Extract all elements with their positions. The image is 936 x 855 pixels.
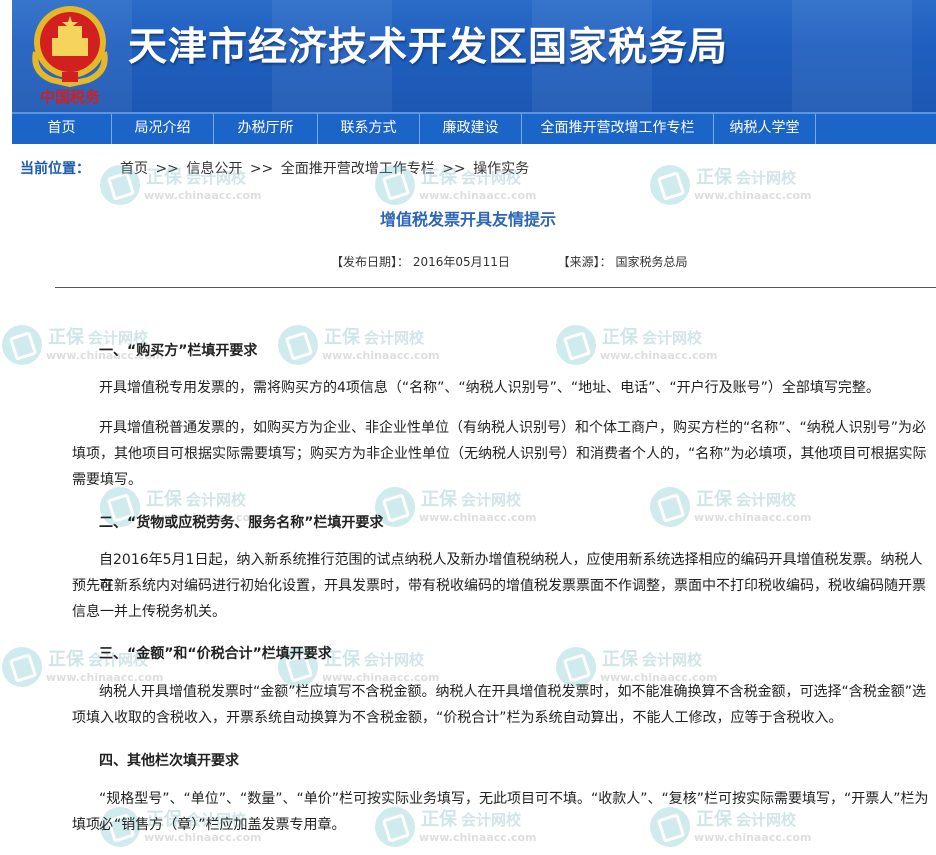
- paragraph-1: 开具增值税专用发票的，需将购买方的4项信息（“名称”、“纳税人识别号”、“地址、…: [99, 380, 880, 396]
- nav-item-integrity[interactable]: 廉政建设: [420, 114, 522, 144]
- article-source: 国家税务总局: [615, 255, 688, 269]
- watermark: 正保 会计网校 www.chinaacc.com: [556, 323, 726, 373]
- breadcrumb-home[interactable]: 首页: [120, 161, 148, 177]
- publish-date: 2016年05月11日: [412, 255, 510, 269]
- source-label: 【来源】：: [557, 255, 612, 269]
- section-heading-4: 四、其他栏次填开要求: [99, 753, 239, 769]
- article-title: 增值税发票开具友情提示: [379, 210, 556, 229]
- breadcrumb-separator: >>: [155, 161, 179, 177]
- breadcrumb: 首页 >> 信息公开 >> 全面推开营改增工作专栏 >> 操作实务: [120, 158, 529, 178]
- section-heading-3: 三、“金额”和“价税合计”栏填开要求: [99, 646, 332, 662]
- main-nav: 首页 局况介绍 办税厅所 联系方式 廉政建设 全面推开营改增工作专栏 纳税人学堂: [12, 112, 936, 144]
- date-label: 【发布日期】：: [331, 255, 410, 269]
- paragraph-4-line-1: 纳税人开具增值税发票时“金额”栏应填写不含税金额。纳税人在开具增值税发票时，如不…: [99, 684, 927, 700]
- watermark: 正保 会计网校 www.chinaacc.com: [278, 323, 448, 373]
- nav-item-contact[interactable]: 联系方式: [318, 114, 420, 144]
- paragraph-5-line-2: 填项，“销售方（章）”栏应加盖发票专用章。: [72, 817, 346, 833]
- nav-item-tax-offices[interactable]: 办税厅所: [214, 114, 318, 144]
- paragraph-3-line-2: 预先在新系统内对编码进行初始化设置，开具发票时，带有税收编码的增值税发票票面不作…: [72, 578, 926, 594]
- breadcrumb-practice[interactable]: 操作实务: [473, 161, 529, 177]
- breadcrumb-label: 当前位置：: [20, 161, 90, 177]
- nav-item-taxpayer-school[interactable]: 纳税人学堂: [714, 114, 816, 144]
- paragraph-2-line-1: 开具增值税普通发票的，如购买方为企业、非企业性单位（有纳税人识别号）和个体工商户…: [99, 420, 927, 436]
- paragraph-2-line-3: 需要填写。: [72, 472, 142, 488]
- section-heading-1: 一、“购买方”栏填开要求: [99, 343, 258, 359]
- breadcrumb-info-public[interactable]: 信息公开: [186, 161, 242, 177]
- emblem-text: 中国税务: [40, 88, 101, 106]
- section-heading-2: 二、“货物或应税劳务、服务名称”栏填开要求: [99, 515, 384, 531]
- nav-item-bureau-intro[interactable]: 局况介绍: [112, 114, 214, 144]
- nav-item-vat-reform[interactable]: 全面推开营改增工作专栏: [522, 114, 714, 144]
- divider: [55, 287, 936, 288]
- breadcrumb-vat-reform[interactable]: 全面推开营改增工作专栏: [281, 161, 435, 177]
- site-title: 天津市经济技术开发区国家税务局: [128, 25, 729, 70]
- paragraph-4-line-2: 项填入收取的含税收入，开票系统自动换算为不含税金额，“价税合计”栏为系统自动算出…: [72, 710, 843, 726]
- tax-emblem-logo[interactable]: 中国税务: [22, 2, 118, 108]
- breadcrumb-separator: >>: [249, 161, 274, 177]
- breadcrumb-separator: >>: [442, 161, 466, 177]
- article-meta: 【发布日期】： 2016年05月11日 【来源】： 国家税务总局: [331, 253, 687, 270]
- site-header: 中国税务 天津市经济技术开发区国家税务局: [12, 0, 936, 112]
- nav-item-home[interactable]: 首页: [12, 114, 112, 144]
- paragraph-2-line-2: 填项，其他项目可根据实际需要填写；购买方为非企业性单位（无纳税人识别号）和消费者…: [72, 446, 927, 462]
- paragraph-3-line-3: 信息一并上传税务机关。: [72, 604, 226, 620]
